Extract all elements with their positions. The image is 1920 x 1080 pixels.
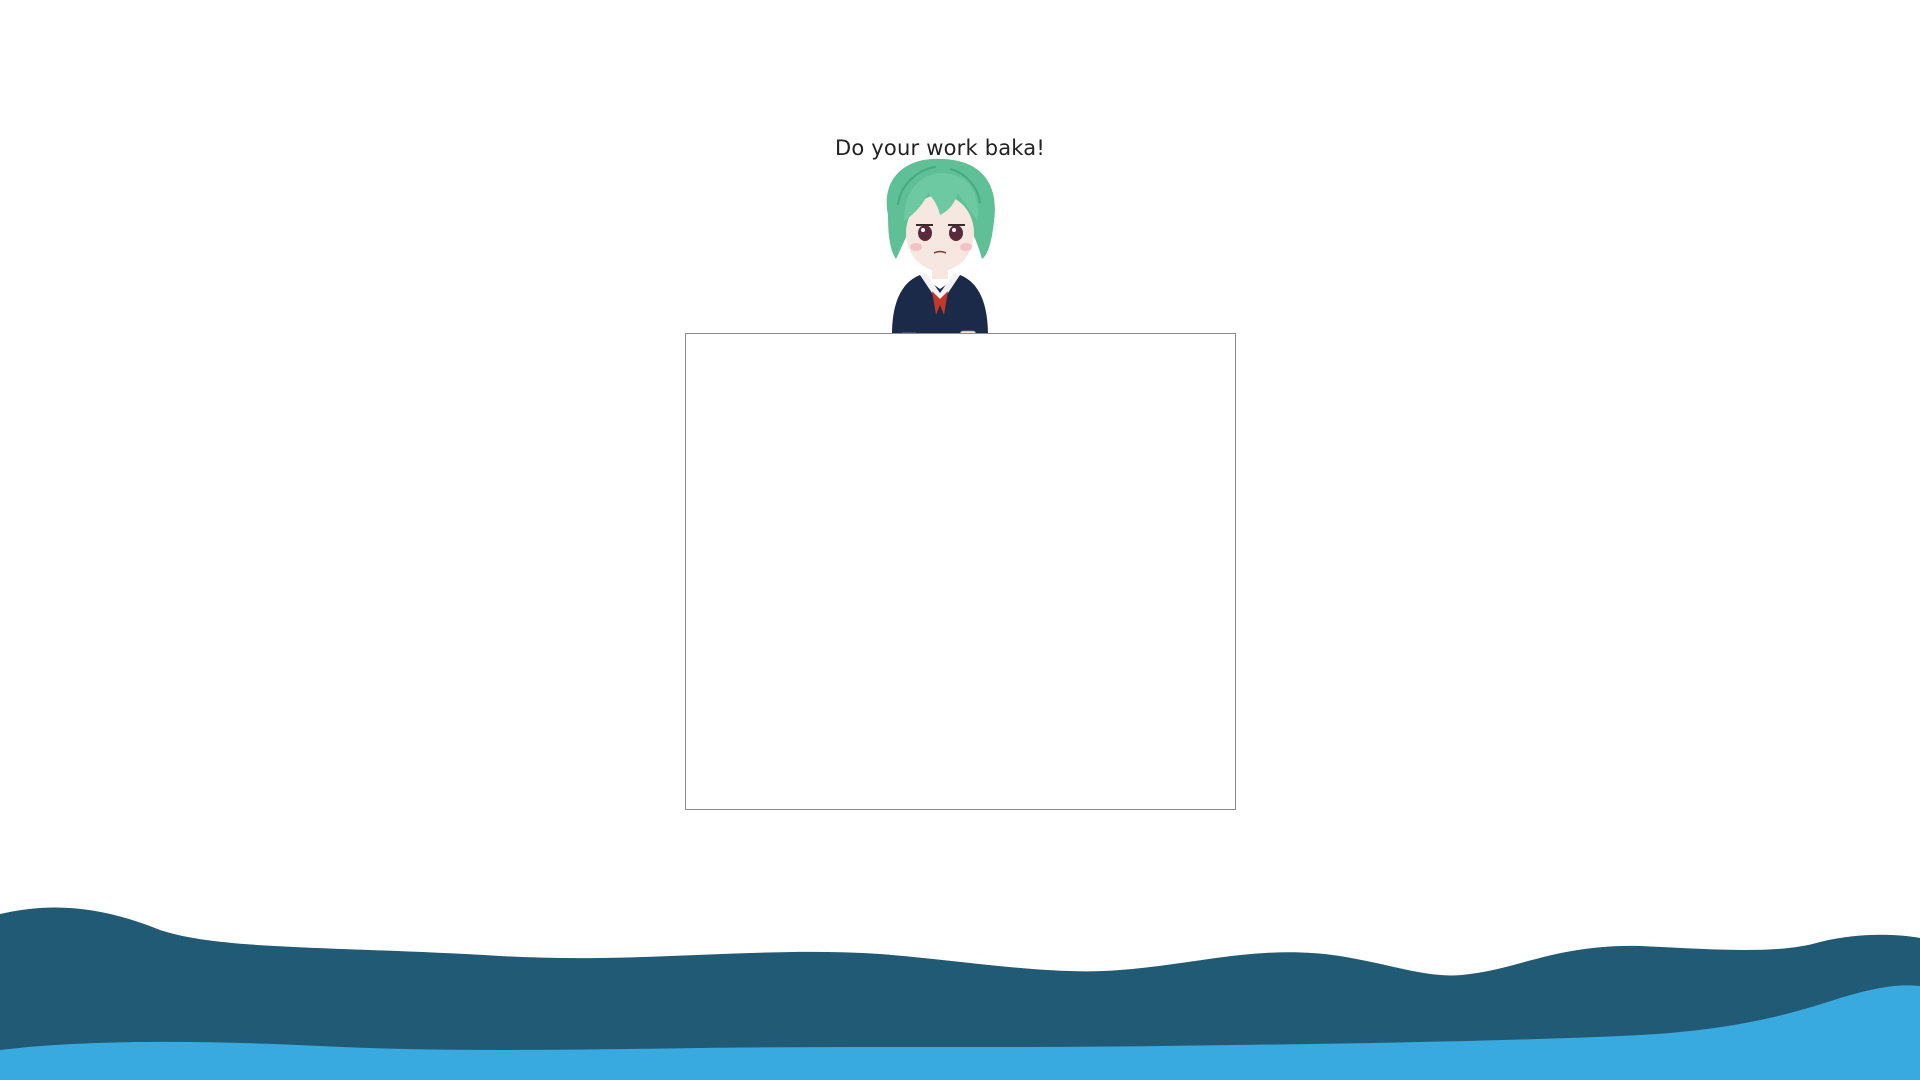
anime-girl-mascot-icon — [886, 158, 995, 344]
work-area-box[interactable] — [685, 333, 1236, 810]
decorative-waves — [0, 907, 1920, 1080]
app-page: Do your work baka! — [0, 0, 1920, 1080]
